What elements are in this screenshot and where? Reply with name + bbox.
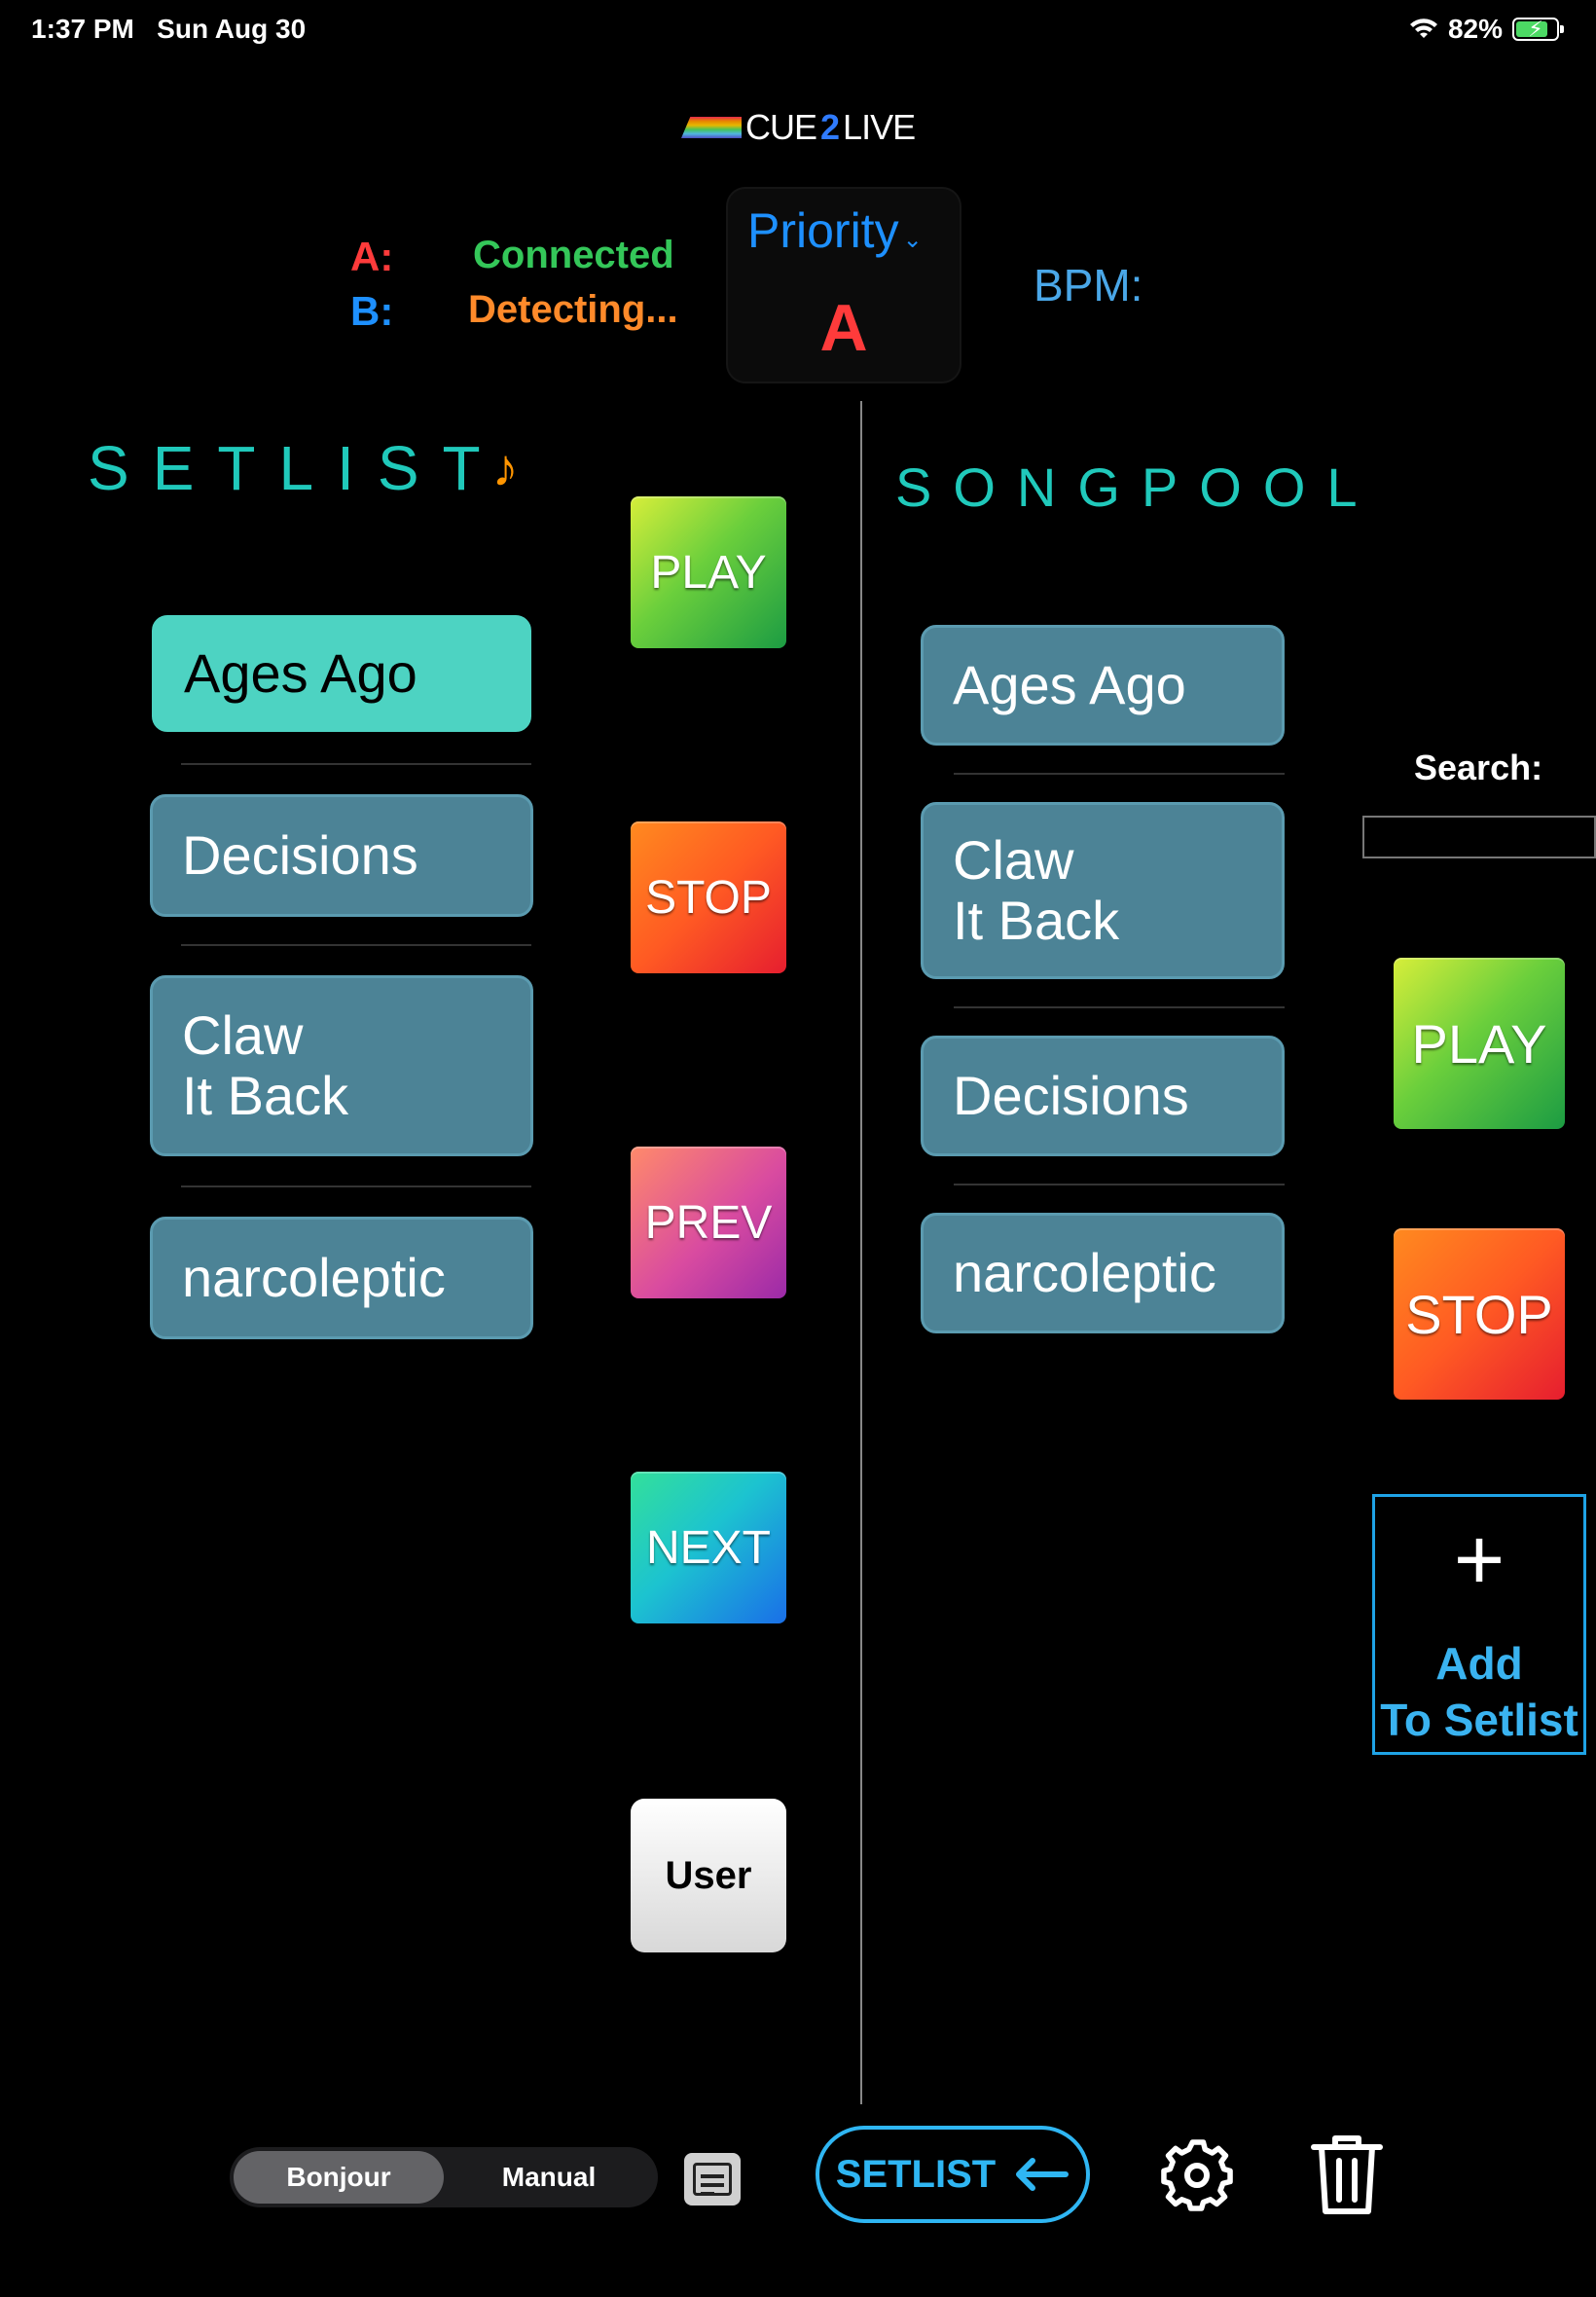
- songpool-item-2[interactable]: Claw It Back: [921, 802, 1285, 979]
- priority-value: A: [819, 291, 868, 365]
- document-icon[interactable]: [684, 2153, 741, 2206]
- songpool-separator: [954, 1006, 1285, 1008]
- play-button[interactable]: PLAY: [631, 496, 786, 648]
- status-clock: 1:37 PM: [31, 14, 134, 44]
- songpool-play-button[interactable]: PLAY: [1394, 958, 1565, 1129]
- user-button[interactable]: User: [631, 1799, 786, 1952]
- setlist-separator: [181, 763, 531, 765]
- channel-a-label: A:: [350, 234, 394, 279]
- setlist-title-text: SETLIST: [88, 433, 504, 503]
- search-input[interactable]: [1362, 816, 1596, 858]
- arrow-left-icon: [1016, 2158, 1070, 2191]
- logo-text-suffix: LIVE: [843, 107, 916, 147]
- setlist-separator: [181, 944, 531, 946]
- next-button[interactable]: NEXT: [631, 1472, 786, 1623]
- priority-selector[interactable]: Priority ⌄ A: [728, 189, 960, 382]
- channel-b-status: Detecting...: [468, 288, 678, 331]
- plus-icon: +: [1453, 1512, 1505, 1609]
- document-line: [701, 2183, 724, 2187]
- prev-button[interactable]: PREV: [631, 1147, 786, 1298]
- status-indicators: 82% ⚡: [1409, 14, 1564, 45]
- gear-icon[interactable]: [1158, 2136, 1236, 2214]
- songpool-title: SONGPOOL: [895, 456, 1379, 518]
- mode-option-bonjour[interactable]: Bonjour: [234, 2151, 444, 2204]
- logo-streak-icon: [681, 117, 742, 138]
- music-note-icon: ♪: [491, 439, 519, 497]
- wifi-icon: [1409, 18, 1437, 38]
- document-line: [701, 2192, 715, 2196]
- songpool-stop-button[interactable]: STOP: [1394, 1228, 1565, 1400]
- channel-b-label: B:: [350, 288, 394, 334]
- battery-percent: 82%: [1447, 14, 1503, 44]
- setlist-toggle-button[interactable]: SETLIST: [816, 2126, 1090, 2223]
- trash-icon[interactable]: [1310, 2132, 1384, 2217]
- battery-charging-icon: ⚡: [1512, 17, 1564, 41]
- bolt-icon: ⚡: [1528, 17, 1543, 41]
- channel-a-status: Connected: [473, 234, 674, 276]
- setlist-separator: [181, 1185, 531, 1187]
- document-frame: [693, 2163, 732, 2196]
- stop-button[interactable]: STOP: [631, 821, 786, 973]
- priority-label: Priority: [747, 203, 899, 258]
- status-date: Sun Aug 30: [157, 14, 307, 44]
- mode-option-manual[interactable]: Manual: [444, 2151, 654, 2204]
- setlist-button-label: SETLIST: [835, 2152, 997, 2196]
- setlist-item-2[interactable]: Decisions: [150, 794, 533, 917]
- songpool-item-3[interactable]: Decisions: [921, 1036, 1285, 1156]
- bpm-label: BPM:: [1034, 260, 1143, 310]
- chevron-down-icon: ⌄: [902, 227, 923, 253]
- column-divider: [860, 401, 862, 2104]
- priority-dropdown[interactable]: Priority ⌄: [747, 202, 923, 259]
- songpool-item-1[interactable]: Ages Ago: [921, 625, 1285, 746]
- songpool-item-4[interactable]: narcoleptic: [921, 1213, 1285, 1333]
- logo-text-two: 2: [820, 107, 840, 147]
- app-logo: CUE 2 LIVE: [681, 107, 916, 148]
- setlist-item-1[interactable]: Ages Ago: [152, 615, 531, 732]
- add-to-setlist-button[interactable]: + Add To Setlist: [1372, 1494, 1586, 1755]
- songpool-separator: [954, 1184, 1285, 1185]
- search-label: Search:: [1414, 747, 1543, 787]
- setlist-item-3[interactable]: Claw It Back: [150, 975, 533, 1156]
- logo-text-prefix: CUE: [745, 107, 817, 147]
- setlist-item-4[interactable]: narcoleptic: [150, 1217, 533, 1339]
- document-line: [701, 2174, 724, 2178]
- connection-mode-toggle[interactable]: Bonjour Manual: [230, 2147, 658, 2207]
- setlist-title: SETLIST ♪: [88, 432, 519, 504]
- songpool-separator: [954, 773, 1285, 775]
- status-time: 1:37 PM Sun Aug 30: [31, 14, 306, 45]
- add-to-setlist-label: Add To Setlist: [1380, 1638, 1578, 1745]
